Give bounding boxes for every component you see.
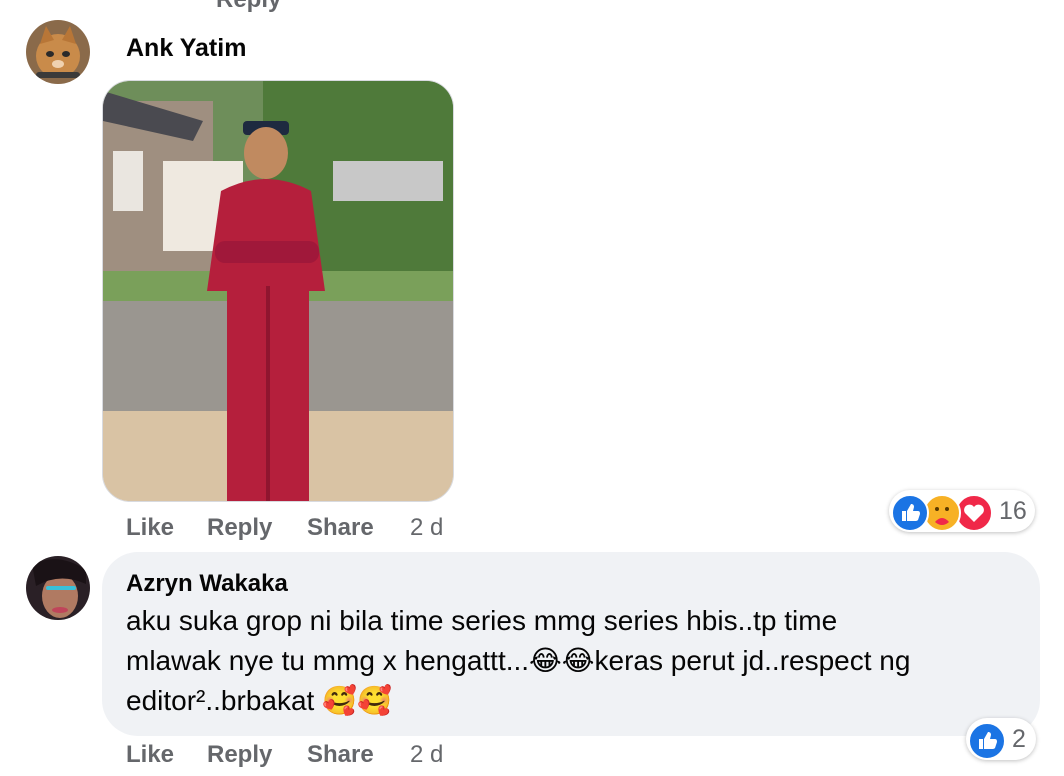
avatar-ank-yatim[interactable] bbox=[26, 20, 90, 84]
comment-photo[interactable] bbox=[102, 80, 454, 502]
reply-button[interactable]: Reply bbox=[207, 514, 272, 542]
cat-avatar-icon bbox=[26, 20, 90, 84]
comment-text-line-2: mlawak nye tu mmg x hengattt...😂😂keras p… bbox=[126, 645, 911, 676]
like-icon bbox=[891, 494, 929, 532]
profile-photo-icon bbox=[26, 556, 90, 620]
comment-author[interactable]: Ank Yatim bbox=[126, 34, 246, 63]
reply-button[interactable]: Reply bbox=[207, 741, 272, 769]
photo-man-red-outfit bbox=[103, 81, 453, 501]
comment-timestamp[interactable]: 2 d bbox=[410, 514, 443, 542]
comment-text-line-1: aku suka grop ni bila time series mmg se… bbox=[126, 605, 838, 636]
avatar-azryn-wakaka[interactable] bbox=[26, 556, 90, 620]
share-button[interactable]: Share bbox=[307, 741, 374, 769]
comment-timestamp[interactable]: 2 d bbox=[410, 741, 443, 769]
reactions-summary[interactable]: 2 bbox=[966, 718, 1036, 760]
reaction-count: 16 bbox=[999, 497, 1027, 525]
like-button[interactable]: Like bbox=[126, 514, 174, 542]
comment-author[interactable]: Azryn Wakaka bbox=[126, 570, 288, 598]
share-button[interactable]: Share bbox=[307, 514, 374, 542]
reaction-count: 2 bbox=[1012, 725, 1026, 753]
previous-reply-link[interactable]: Reply bbox=[216, 0, 281, 14]
reactions-summary[interactable]: 16 bbox=[889, 490, 1035, 532]
like-icon bbox=[968, 722, 1006, 760]
comment-text-line-3: editor².​.brbakat 🥰🥰 bbox=[126, 685, 392, 716]
like-button[interactable]: Like bbox=[126, 741, 174, 769]
